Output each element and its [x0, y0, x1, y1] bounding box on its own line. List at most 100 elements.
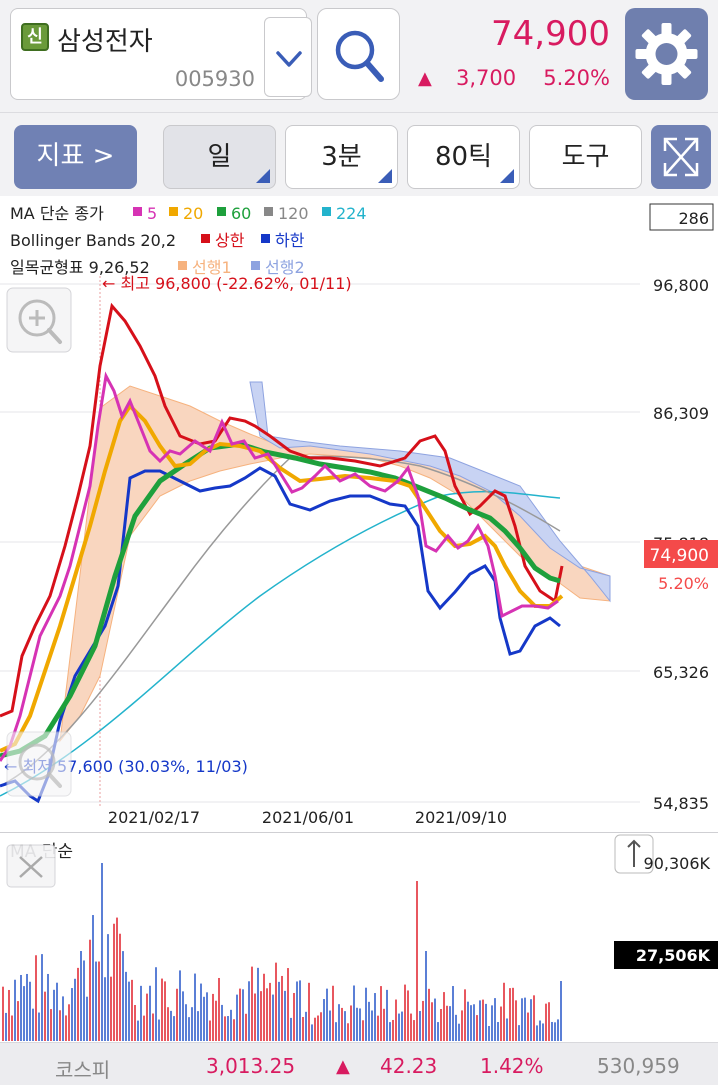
y-tick-4: 54,835: [653, 794, 709, 813]
volume-bar: [506, 1018, 508, 1041]
volume-bar: [470, 1005, 472, 1041]
volume-bar: [356, 1007, 358, 1041]
volume-bar: [53, 989, 55, 1041]
price-chart[interactable]: MA 단순 종가 5 20 60 120 224 Bollinger Bands…: [0, 196, 718, 832]
volume-bar: [338, 1004, 340, 1041]
stock-dropdown-button[interactable]: [264, 17, 312, 97]
volume-bar: [113, 923, 115, 1041]
volume-bar: [317, 1015, 319, 1041]
y-tick-1: 86,309: [653, 404, 709, 423]
volume-bar: [452, 986, 454, 1041]
volume-bar: [17, 1001, 19, 1041]
volume-bar: [149, 985, 151, 1041]
market-index-bar[interactable]: 코스피 3,013.25 ▲ 42.23 1.42% 530,959: [0, 1042, 718, 1085]
volume-bar: [206, 992, 208, 1041]
volume-bar: [230, 1009, 232, 1041]
volume-bar: [122, 951, 124, 1041]
volume-bar: [389, 1022, 391, 1041]
volume-bar: [158, 1019, 160, 1041]
volume-bar: [221, 1004, 223, 1041]
volume-bar: [479, 1000, 481, 1041]
volume-bar: [416, 881, 418, 1041]
volume-bar: [431, 1002, 433, 1041]
gear-icon: [635, 23, 698, 85]
volume-bar: [182, 991, 184, 1041]
volume-bar: [437, 1022, 439, 1041]
volume-bar: [314, 1017, 316, 1041]
change-amount: 3,700: [456, 66, 517, 90]
volume-bar: [164, 981, 166, 1041]
volume-bar: [14, 979, 16, 1041]
period-tick-button[interactable]: 80틱: [407, 125, 520, 189]
volume-bar: [320, 1012, 322, 1041]
volume-bar: [329, 1010, 331, 1041]
volume-bar: [29, 981, 31, 1041]
stock-code: 005930: [174, 67, 255, 91]
volume-current-label: 27,506K: [636, 946, 711, 965]
volume-bar: [383, 1008, 385, 1041]
volume-chart-canvas[interactable]: MA 단순 90,306K 27,506K: [0, 833, 718, 1043]
indicator-button[interactable]: 지표 >: [14, 125, 137, 189]
volume-bar: [554, 1022, 556, 1041]
zoom-out-button[interactable]: [6, 731, 72, 797]
expand-icon: [663, 137, 699, 177]
volume-bar: [38, 1012, 40, 1041]
volume-bar: [401, 1011, 403, 1041]
volume-bar: [269, 982, 271, 1041]
volume-bar: [410, 1013, 412, 1041]
volume-bar: [266, 988, 268, 1041]
volume-bar: [521, 998, 523, 1041]
volume-bar: [353, 985, 355, 1041]
dropdown-corner-icon: [500, 169, 514, 183]
tools-label: 도구: [561, 142, 610, 172]
volume-bar: [98, 961, 100, 1041]
volume-bar: [368, 1001, 370, 1041]
volume-bar: [287, 968, 289, 1041]
volume-bar: [404, 984, 406, 1041]
volume-bar: [380, 986, 382, 1041]
tools-button[interactable]: 도구: [529, 125, 642, 189]
volume-bar: [5, 1012, 7, 1041]
volume-bar: [185, 1004, 187, 1041]
volume-bar: [398, 1013, 400, 1041]
x-tick-0: 2021/02/17: [108, 808, 200, 827]
settings-button[interactable]: [625, 8, 708, 100]
volume-bar: [467, 1001, 469, 1041]
volume-bar: [395, 999, 397, 1041]
period-tick-label: 80틱: [434, 142, 492, 172]
legend-ma-label: MA 단순 종가: [10, 204, 104, 223]
legend-bb-upper: 상한: [215, 231, 245, 250]
volume-bar: [143, 1015, 145, 1041]
volume-bar: [89, 939, 91, 1041]
volume-bar: [386, 989, 388, 1041]
x-tick-1: 2021/06/01: [262, 808, 354, 827]
volume-bar: [20, 974, 22, 1041]
volume-bar: [59, 1010, 61, 1041]
volume-bar: [41, 954, 43, 1041]
period-daily-button[interactable]: 일: [163, 125, 276, 189]
volume-bar: [74, 978, 76, 1041]
period-3min-button[interactable]: 3분: [285, 125, 398, 189]
stock-selector[interactable]: 신 삼성전자 005930: [10, 8, 312, 100]
search-button[interactable]: [317, 8, 400, 100]
volume-bar: [272, 994, 274, 1041]
volume-bar: [440, 1009, 442, 1041]
volume-bar: [134, 1004, 136, 1041]
current-price: 74,900: [491, 14, 610, 54]
volume-close-button[interactable]: [6, 844, 56, 888]
volume-chart[interactable]: MA 단순 90,306K 27,506K: [0, 832, 718, 1042]
volume-bar: [62, 996, 64, 1041]
volume-bar: [308, 982, 310, 1041]
volume-bar: [65, 1015, 67, 1041]
volume-bar: [527, 1012, 529, 1041]
zoom-in-button[interactable]: [6, 287, 72, 353]
volume-bar: [332, 985, 334, 1041]
volume-bar: [233, 1019, 235, 1041]
expand-button[interactable]: [651, 125, 711, 189]
price-chart-canvas[interactable]: MA 단순 종가 5 20 60 120 224 Bollinger Bands…: [0, 196, 718, 832]
volume-bar: [551, 1021, 553, 1041]
volume-bar: [2, 986, 4, 1041]
volume-bar: [500, 1006, 502, 1041]
volume-bar: [365, 987, 367, 1041]
volume-bar: [296, 981, 298, 1041]
